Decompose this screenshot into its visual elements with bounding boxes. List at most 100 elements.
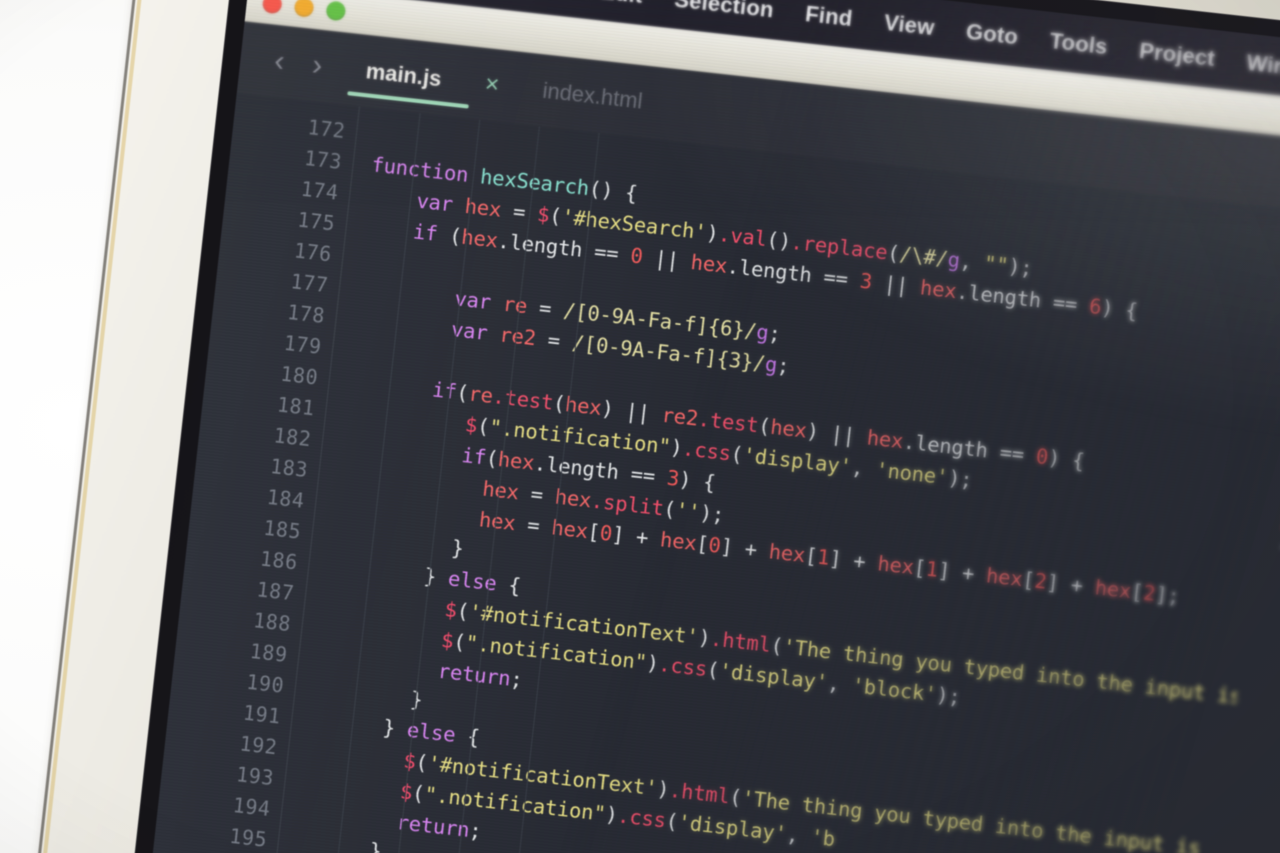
minimap-line [1273, 544, 1280, 571]
code-token: ) { [1046, 445, 1086, 474]
code-token: hex [865, 425, 905, 454]
code-token: || [870, 269, 922, 300]
photo-scene: Sublime Text File Edit Selection Find Vi… [0, 0, 1280, 853]
menu-item-project[interactable]: Project [1122, 36, 1232, 74]
code-token: hex [918, 275, 958, 304]
code-token: , [850, 454, 877, 482]
code-token: ] + [610, 521, 662, 552]
code-token: hex [689, 249, 729, 278]
close-traffic-light[interactable] [261, 0, 283, 15]
line-number: 189 [248, 638, 289, 667]
menu-item-file[interactable]: File [513, 0, 586, 2]
tab-close-icon[interactable]: × [470, 70, 514, 99]
line-number: 183 [269, 453, 310, 482]
code-token: || [641, 244, 693, 274]
code-token: if [460, 443, 488, 470]
code-token: "" [982, 251, 1010, 278]
code-token: = [546, 327, 574, 355]
menu-item-window[interactable]: Window [1229, 48, 1280, 87]
code-token: return [436, 658, 512, 691]
code-token: ] + [936, 557, 988, 588]
line-number: 178 [286, 299, 327, 328]
code-token: .length [496, 228, 596, 264]
code-token: .length [955, 279, 1055, 314]
code-token: .css [657, 651, 709, 682]
code-token: = [529, 481, 557, 509]
code-token: hex [767, 539, 807, 568]
nav-forward-icon[interactable]: › [297, 48, 338, 83]
code-token: , [958, 248, 986, 276]
line-number: 175 [296, 207, 337, 236]
code-token: if [431, 377, 458, 404]
line-number: 174 [299, 176, 340, 205]
code-token: ); [698, 500, 726, 527]
code-token: ; [509, 666, 524, 692]
code-token: hex [876, 551, 916, 580]
code-token: var [415, 188, 467, 218]
line-number: 195 [228, 823, 269, 852]
code-token: ; [775, 353, 791, 379]
line-number: 186 [258, 546, 299, 574]
code-token: == [1051, 289, 1091, 318]
code-token: == [998, 440, 1038, 468]
code-token: == [822, 264, 862, 293]
line-number: 179 [282, 330, 323, 359]
code-token: , [826, 670, 854, 698]
code-token: ; [767, 320, 782, 347]
code-token: = [526, 512, 553, 540]
code-token: 'none' [874, 457, 950, 490]
code-token: ] + [828, 545, 879, 576]
code-token: ) { [1100, 295, 1139, 324]
code-token: 'b [809, 824, 837, 852]
code-token: = [537, 295, 565, 323]
line-number: 177 [289, 268, 330, 297]
code-token: , [785, 821, 813, 849]
tab-active-underline [347, 91, 469, 109]
code-area[interactable]: function hexSearch() { var hex = $('#hex… [251, 107, 1280, 853]
code-token: hex [1093, 575, 1133, 604]
code-token: ]; [1154, 581, 1181, 609]
code-token: re [467, 381, 495, 408]
menu-item-edit[interactable]: Edit [583, 0, 660, 10]
code-editor[interactable]: 172 173 174 175 176 177 178 179 180 181 182 183 184 1… [128, 93, 1280, 853]
laptop-screen: Sublime Text File Edit Selection Find Vi… [128, 0, 1280, 853]
code-token: if [411, 219, 451, 248]
nav-back-icon[interactable]: ‹ [259, 44, 300, 79]
code-token: == [629, 461, 669, 490]
tab-label: main.js [364, 58, 443, 92]
line-number: 184 [265, 484, 306, 513]
tab-label: index.html [541, 77, 644, 114]
minimize-traffic-light[interactable] [293, 0, 315, 18]
code-token: hex [481, 476, 533, 506]
menu-item-view[interactable]: View [867, 7, 952, 42]
code-token: re2 [498, 322, 550, 352]
code-token: '' [674, 497, 702, 525]
line-number: 192 [238, 730, 279, 759]
laptop: Sublime Text File Edit Selection Find Vi… [12, 0, 1280, 853]
code-token: .length [725, 253, 825, 289]
code-token: () [765, 227, 793, 254]
code-token: .html [667, 777, 731, 809]
line-number: 193 [235, 761, 276, 790]
menu-item-selection[interactable]: Selection [657, 0, 791, 25]
code-token: ); [1006, 253, 1034, 281]
line-number: 182 [272, 422, 313, 451]
code-token: ] + [719, 533, 771, 564]
line-number: 180 [279, 361, 320, 390]
code-token: re2 [660, 402, 700, 431]
code-token: ) || [805, 418, 869, 450]
code-token: ; [467, 818, 483, 844]
line-number: 191 [241, 700, 282, 729]
line-number: 188 [252, 607, 293, 636]
zoom-traffic-light[interactable] [325, 0, 347, 22]
menu-item-tools[interactable]: Tools [1033, 26, 1125, 62]
code-token: hex [984, 563, 1024, 592]
code-token: = [511, 199, 539, 226]
code-token: { [454, 722, 481, 750]
menu-item-goto[interactable]: Goto [949, 17, 1035, 52]
code-token: ); [946, 465, 974, 493]
code-token: .html [709, 626, 773, 657]
menu-item-find[interactable]: Find [788, 0, 870, 33]
line-number: 172 [306, 114, 347, 143]
